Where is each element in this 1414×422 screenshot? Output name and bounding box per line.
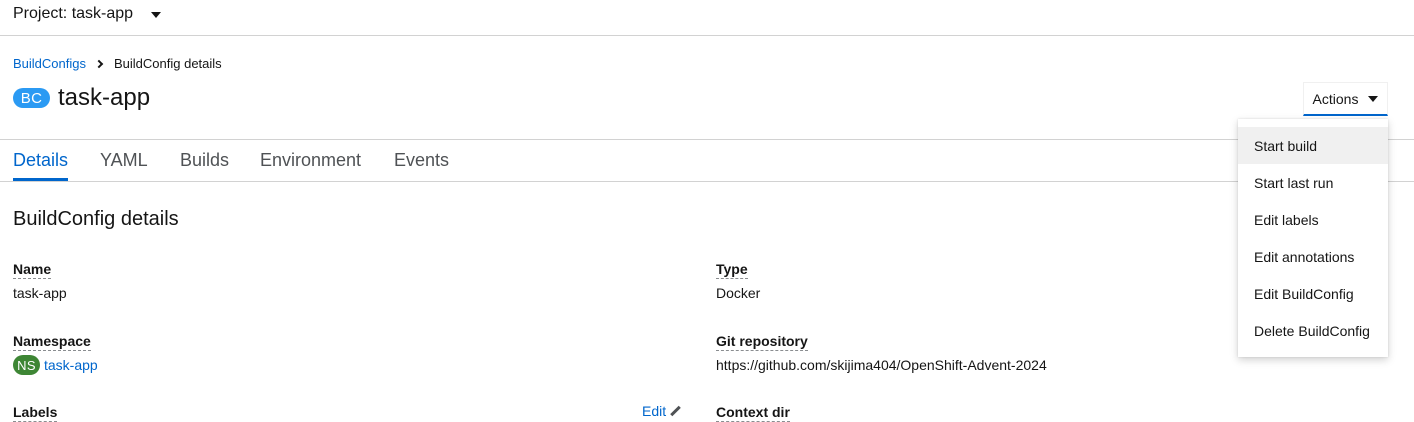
git-repository-label: Git repository [716,333,808,351]
namespace-label: Namespace [13,333,91,351]
menu-item-edit-labels[interactable]: Edit labels [1238,201,1388,238]
tab-yaml[interactable]: YAML [100,150,148,171]
namespace-value: NS task-app [13,355,98,375]
project-selector-label: Project: task-app [13,5,134,22]
namespace-badge: NS [13,355,40,375]
breadcrumb-buildconfigs-link[interactable]: BuildConfigs [13,56,86,71]
tab-events[interactable]: Events [394,150,449,171]
actions-label: Actions [1312,90,1359,107]
type-value: Docker [716,285,761,301]
labels-label: Labels [13,404,58,422]
breadcrumb: BuildConfigs BuildConfig details [13,56,222,71]
page-title: task-app [58,84,151,111]
context-dir-label: Context dir [716,404,790,422]
name-value: task-app [13,285,67,301]
tab-bar: Details YAML Builds Environment Events [0,140,1414,182]
project-selector[interactable]: Project: task-app [13,5,162,23]
chevron-right-icon [94,59,104,68]
type-label: Type [716,261,748,279]
page-heading: BC task-app [13,84,150,112]
edit-labels-button[interactable]: Edit [642,403,681,419]
edit-label: Edit [642,403,667,419]
menu-item-start-build[interactable]: Start build [1238,127,1388,164]
namespace-link[interactable]: task-app [44,357,98,373]
tab-builds[interactable]: Builds [180,150,229,171]
breadcrumb-current: BuildConfig details [114,56,222,71]
caret-down-icon [1368,95,1379,102]
tab-details[interactable]: Details [13,150,68,171]
menu-item-delete-buildconfig[interactable]: Delete BuildConfig [1238,312,1388,349]
actions-dropdown-button[interactable]: Actions [1303,82,1388,116]
menu-item-start-last-run[interactable]: Start last run [1238,164,1388,201]
menu-item-edit-annotations[interactable]: Edit annotations [1238,238,1388,275]
actions-menu: Start build Start last run Edit labels E… [1238,119,1388,357]
project-bar: Project: task-app [0,0,1414,36]
git-repository-value: https://github.com/skijima404/OpenShift-… [716,357,1047,373]
caret-down-icon [151,11,162,18]
buildconfig-badge: BC [13,88,50,108]
name-label: Name [13,261,52,279]
tab-environment[interactable]: Environment [260,150,361,171]
active-tab-indicator [13,178,68,181]
menu-item-edit-buildconfig[interactable]: Edit BuildConfig [1238,275,1388,312]
section-title: BuildConfig details [13,208,179,230]
